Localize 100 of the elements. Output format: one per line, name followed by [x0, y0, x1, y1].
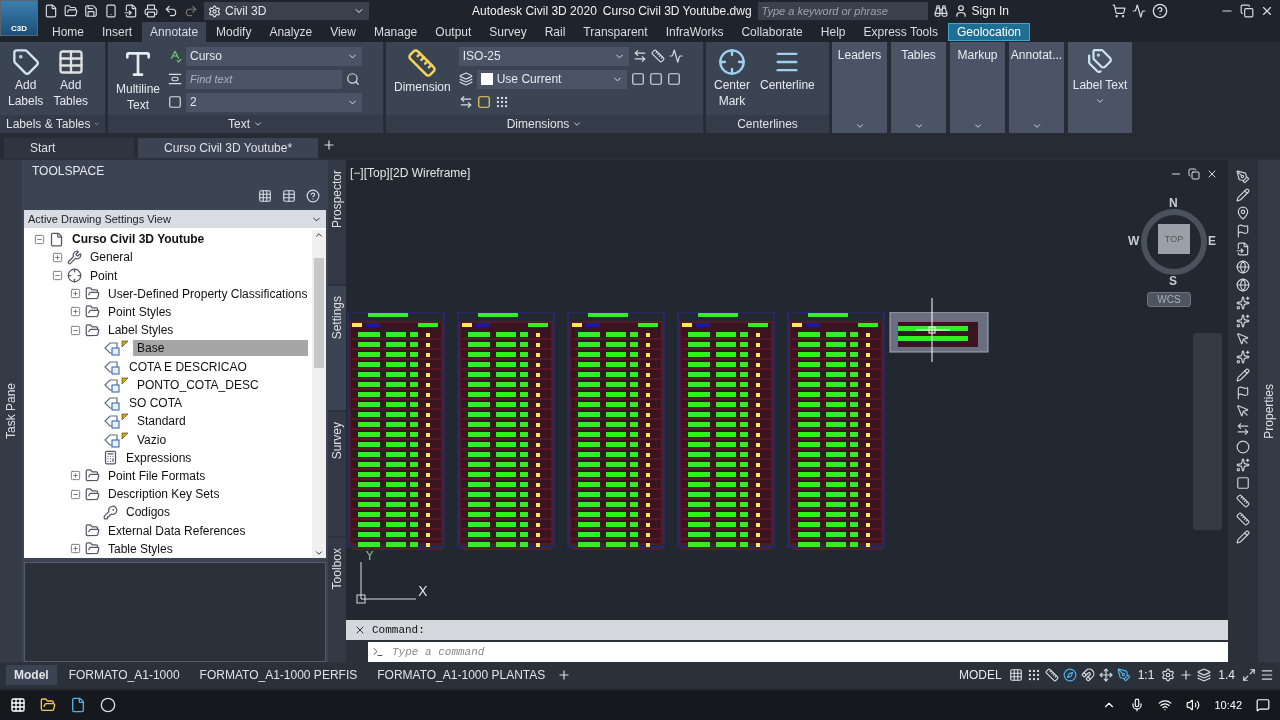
dimension-tool-icon[interactable] — [476, 95, 491, 109]
dimension-tool-icon[interactable] — [650, 49, 665, 63]
grid-icon[interactable] — [1008, 668, 1023, 682]
ribbon-tab[interactable]: Manage — [365, 22, 426, 42]
plus-icon[interactable] — [1179, 668, 1194, 682]
circle-app-icon[interactable] — [100, 697, 116, 713]
phone-icon[interactable] — [104, 4, 118, 18]
tool-icon[interactable] — [1236, 350, 1250, 364]
restore-icon[interactable] — [1188, 168, 1200, 180]
multiline-text-button[interactable]: Multiline Text — [114, 46, 162, 114]
new-file-icon[interactable] — [44, 4, 58, 18]
app-menu-button[interactable]: C3D — [0, 0, 38, 36]
tree-item[interactable]: Standard — [133, 413, 190, 430]
ribbon-tab[interactable]: Home — [44, 22, 92, 42]
import-icon[interactable] — [124, 4, 138, 18]
undo-icon[interactable] — [164, 4, 178, 18]
open-folder-icon[interactable] — [64, 4, 78, 18]
scroll-down-icon[interactable] — [314, 548, 324, 558]
centerline-button[interactable]: Centerline — [758, 46, 817, 94]
task-pane-tab[interactable]: Task Pane — [4, 382, 18, 439]
help-icon[interactable] — [1152, 3, 1168, 19]
collapsed-panel[interactable]: Markup — [950, 42, 1005, 133]
workspace-dropdown[interactable]: Civil 3D — [204, 2, 369, 20]
tree-item[interactable]: Vazio — [133, 431, 171, 448]
tree-item[interactable]: General — [86, 249, 137, 266]
tool-icon[interactable] — [1236, 386, 1250, 400]
print-icon[interactable] — [144, 4, 158, 18]
compass-south[interactable]: S — [1169, 274, 1177, 288]
dimension-tool-icon[interactable] — [666, 72, 681, 86]
network-icon[interactable] — [1158, 698, 1173, 712]
collapse-icon[interactable] — [70, 324, 81, 336]
tree-item[interactable]: Point File Formats — [104, 467, 210, 484]
collapsed-panel[interactable]: Annotat... — [1009, 42, 1064, 133]
add-labels-button[interactable]: Add Labels — [6, 46, 46, 110]
tree-item[interactable]: Description Key Sets — [104, 486, 224, 503]
help-icon[interactable] — [306, 189, 320, 203]
close-icon[interactable] — [1260, 4, 1274, 18]
add-tables-button[interactable]: Add Tables — [51, 46, 91, 110]
center-mark-button[interactable]: Center Mark — [712, 46, 753, 110]
tree-item[interactable]: PONTO_COTA_DESC — [133, 376, 263, 393]
collapse-icon[interactable] — [52, 270, 63, 282]
tool-icon[interactable] — [1236, 404, 1250, 418]
folder-icon[interactable] — [40, 697, 56, 713]
properties-tab[interactable]: Properties — [1262, 383, 1276, 439]
tool-icon[interactable] — [1236, 242, 1250, 256]
tool-icon[interactable] — [1236, 440, 1250, 454]
tree-item[interactable]: Point — [86, 267, 122, 284]
dimension-button[interactable]: Dimension — [392, 46, 453, 96]
model-space-button[interactable]: MODEL — [955, 668, 1005, 682]
ribbon-tab[interactable]: View — [322, 22, 364, 42]
dimension-tool-icon[interactable] — [630, 72, 645, 86]
layout-tab[interactable]: Model — [6, 665, 57, 685]
tool-icon[interactable] — [1236, 224, 1250, 238]
collapsed-panel[interactable]: Leaders — [832, 42, 887, 133]
layout-tab[interactable]: FORMATO_A1-1000 PERFIS — [191, 665, 366, 685]
find-text-field[interactable]: Find text — [186, 69, 342, 89]
dimension-tool-icon[interactable] — [648, 72, 663, 86]
side-tab[interactable]: Toolbox — [328, 538, 346, 662]
ribbon-tab[interactable]: Output — [427, 22, 480, 42]
expand-icon[interactable] — [70, 288, 81, 300]
collapse-icon[interactable] — [34, 233, 45, 245]
panel-title[interactable]: Centerlines — [706, 115, 829, 133]
layout-tab[interactable]: FORMATO_A1-1000 — [60, 665, 188, 685]
spell-check-icon[interactable] — [168, 49, 182, 63]
text-height-dropdown[interactable]: 2 — [186, 92, 362, 112]
ribbon-tab[interactable]: Geolocation — [947, 23, 1030, 41]
ribbon-tab[interactable]: Analyze — [261, 22, 321, 42]
polar-icon[interactable] — [1062, 668, 1077, 682]
tool-icon[interactable] — [1236, 512, 1250, 526]
dimension-style-dropdown[interactable]: ISO-25 — [458, 46, 629, 66]
layer-dropdown[interactable]: Use Current — [476, 69, 627, 89]
tree-item[interactable]: SO COTA — [125, 395, 187, 412]
microphone-icon[interactable] — [1130, 698, 1145, 712]
ribbon-tab[interactable]: Collaborate — [733, 22, 811, 42]
ribbon-tab[interactable]: Help — [812, 22, 854, 42]
label-text-button[interactable]: Label Text — [1068, 42, 1132, 133]
tree-item[interactable]: Codigos — [122, 504, 175, 521]
tree-item[interactable]: User-Defined Property Classifications — [104, 285, 312, 302]
dimension-tool-icon[interactable] — [668, 49, 683, 63]
search-field[interactable]: Type a keyword or phrase — [757, 2, 928, 20]
ribbon-tab[interactable]: Survey — [481, 22, 535, 42]
panel-title[interactable]: Text — [108, 115, 383, 133]
viewport-controls[interactable]: [−][Top][2D Wireframe] — [350, 166, 471, 180]
tree-item[interactable]: Label Styles — [104, 322, 178, 339]
tool-icon[interactable] — [1236, 476, 1250, 490]
side-tab[interactable]: Prospector — [328, 160, 346, 284]
sign-in-button[interactable]: Sign In — [953, 4, 1009, 18]
tree-item[interactable]: Table Styles — [104, 540, 177, 557]
ribbon-tab[interactable]: InfraWorks — [657, 22, 732, 42]
search-icon[interactable] — [346, 72, 360, 86]
tree-item[interactable]: Point Styles — [104, 304, 176, 320]
zoom-level[interactable]: 1.4 — [1215, 668, 1238, 682]
tool-icon[interactable] — [1236, 368, 1250, 382]
side-tab[interactable]: Survey — [328, 412, 346, 536]
layout-tab[interactable]: FORMATO_A1-1000 PLANTAS — [369, 665, 554, 685]
expand-icon[interactable] — [70, 543, 81, 555]
ribbon-tab[interactable]: Express Tools — [855, 22, 946, 42]
tool-icon[interactable] — [1236, 458, 1250, 472]
tool-icon[interactable] — [1236, 332, 1250, 346]
notification-icon[interactable] — [1256, 698, 1270, 712]
